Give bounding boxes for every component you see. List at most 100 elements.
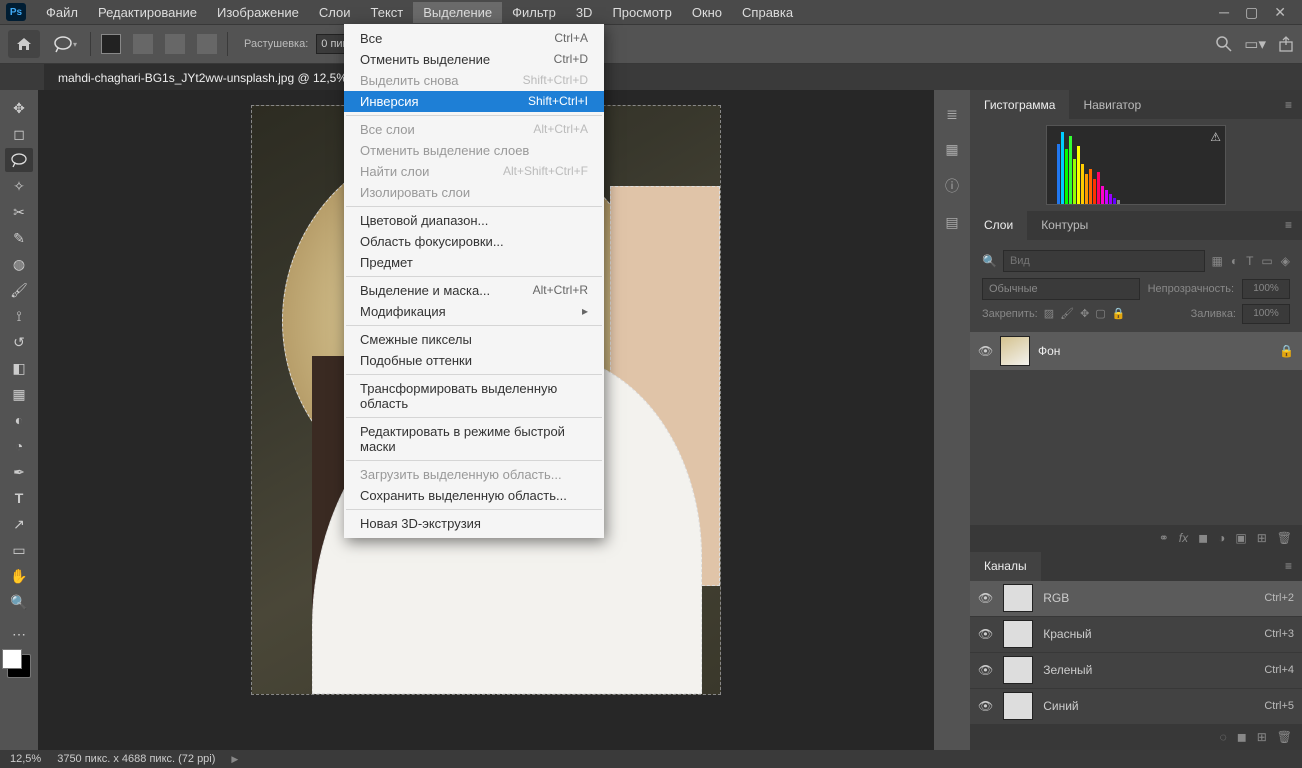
document-dimensions[interactable]: 3750 пикс. x 4688 пикс. (72 ppi) [57, 753, 215, 765]
share-icon[interactable] [1278, 36, 1294, 52]
eyedropper-tool[interactable]: ✎ [5, 226, 33, 250]
panel-icon-4[interactable]: ▤ [945, 214, 958, 231]
menu-фильтр[interactable]: Фильтр [502, 2, 566, 23]
channel-to-selection-icon[interactable]: ◌ [1220, 730, 1227, 744]
selection-new-icon[interactable] [101, 34, 121, 54]
menu-item[interactable]: Предмет [344, 252, 604, 273]
history-brush-tool[interactable]: ↺ [5, 330, 33, 354]
fill-input[interactable] [1242, 304, 1290, 324]
menu-item[interactable]: Сохранить выделенную область... [344, 485, 604, 506]
home-button[interactable] [8, 30, 40, 58]
menu-item[interactable]: Область фокусировки... [344, 231, 604, 252]
tab-layers[interactable]: Слои [970, 211, 1027, 240]
panel-menu-icon[interactable]: ≡ [1275, 559, 1302, 573]
selection-subtract-icon[interactable] [165, 34, 185, 54]
magic-wand-tool[interactable]: ✧ [5, 174, 33, 198]
menu-файл[interactable]: Файл [36, 2, 88, 23]
shape-tool[interactable]: ▭ [5, 538, 33, 562]
lock-position-icon[interactable]: ✥ [1080, 307, 1089, 320]
filter-adjust-icon[interactable]: ◐ [1231, 254, 1238, 268]
active-tool-icon[interactable]: ▾ [48, 30, 82, 58]
menu-item[interactable]: ИнверсияShift+Ctrl+I [344, 91, 604, 112]
layer-visibility-icon[interactable]: 👁 [978, 344, 992, 358]
delete-layer-icon[interactable]: 🗑 [1277, 531, 1292, 545]
panel-menu-icon[interactable]: ≡ [1275, 98, 1302, 112]
restore-icon[interactable]: ▢ [1245, 4, 1258, 21]
search-icon[interactable] [1216, 36, 1232, 52]
layer-filter-search-icon[interactable]: 🔍 [982, 254, 997, 268]
layer-name[interactable]: Фон [1038, 344, 1060, 358]
channel-visibility-icon[interactable]: 👁 [978, 699, 993, 713]
menu-выделение[interactable]: Выделение [413, 2, 502, 23]
menu-item[interactable]: Трансформировать выделенную область [344, 378, 604, 414]
channel-row[interactable]: 👁СинийCtrl+5 [970, 689, 1302, 725]
menu-просмотр[interactable]: Просмотр [602, 2, 681, 23]
menu-изображение[interactable]: Изображение [207, 2, 309, 23]
tab-paths[interactable]: Контуры [1027, 211, 1102, 240]
layer-mask-icon[interactable]: ◼ [1198, 531, 1208, 545]
channel-visibility-icon[interactable]: 👁 [978, 663, 993, 677]
crop-tool[interactable]: ✂ [5, 200, 33, 224]
channel-row[interactable]: 👁КрасныйCtrl+3 [970, 617, 1302, 653]
blur-tool[interactable]: ◐ [5, 408, 33, 432]
document-tab[interactable]: mahdi-chaghari-BG1s_JYt2ww-unsplash.jpg … [44, 64, 387, 90]
channel-visibility-icon[interactable]: 👁 [978, 591, 993, 605]
menu-item[interactable]: Редактировать в режиме быстрой маски [344, 421, 604, 457]
lock-transparency-icon[interactable]: ▨ [1044, 307, 1054, 320]
menu-текст[interactable]: Текст [361, 2, 414, 23]
lock-artboard-icon[interactable]: ▢ [1095, 307, 1105, 320]
layer-lock-icon[interactable]: 🔒 [1279, 344, 1294, 358]
panel-menu-icon[interactable]: ≡ [1275, 218, 1302, 232]
selection-intersect-icon[interactable] [197, 34, 217, 54]
filter-pixel-icon[interactable]: ▦ [1211, 254, 1222, 268]
eraser-tool[interactable]: ◧ [5, 356, 33, 380]
blend-mode-select[interactable]: Обычные [982, 278, 1140, 300]
panel-icon-1[interactable]: ≣ [946, 106, 958, 123]
tab-channels[interactable]: Каналы [970, 552, 1041, 581]
delete-channel-icon[interactable]: 🗑 [1277, 730, 1292, 744]
layer-row[interactable]: 👁 Фон 🔒 [970, 332, 1302, 370]
layer-filter-input[interactable] [1003, 250, 1206, 272]
menu-редактирование[interactable]: Редактирование [88, 2, 207, 23]
channel-visibility-icon[interactable]: 👁 [978, 627, 993, 641]
layer-thumbnail[interactable] [1000, 336, 1030, 366]
menu-item[interactable]: Смежные пикселы [344, 329, 604, 350]
selection-add-icon[interactable] [133, 34, 153, 54]
layer-fx-icon[interactable]: fx [1179, 531, 1188, 545]
panel-icon-2[interactable]: ▦ [945, 141, 958, 158]
histogram-display[interactable]: ⚠ [1046, 125, 1226, 205]
zoom-tool[interactable]: 🔍 [5, 590, 33, 614]
menu-item[interactable]: Выделение и маска...Alt+Ctrl+R [344, 280, 604, 301]
menu-справка[interactable]: Справка [732, 2, 803, 23]
zoom-level[interactable]: 12,5% [10, 753, 41, 765]
type-tool[interactable]: T [5, 486, 33, 510]
healing-tool[interactable]: ◍ [5, 252, 33, 276]
stamp-tool[interactable]: ⟟ [5, 304, 33, 328]
lock-paint-icon[interactable]: 🖌 [1060, 307, 1074, 320]
menu-item[interactable]: Отменить выделениеCtrl+D [344, 49, 604, 70]
lasso-tool[interactable] [5, 148, 33, 172]
hand-tool[interactable]: ✋ [5, 564, 33, 588]
menu-item[interactable]: Модификация▸ [344, 301, 604, 322]
marquee-tool[interactable]: ◻ [5, 122, 33, 146]
tab-navigator[interactable]: Навигатор [1069, 90, 1155, 119]
new-layer-icon[interactable]: ⊞ [1257, 531, 1267, 545]
panel-icon-3[interactable]: ⓘ [945, 176, 959, 196]
link-layers-icon[interactable]: ⚭ [1159, 531, 1169, 545]
opacity-input[interactable] [1242, 279, 1290, 299]
adjustment-layer-icon[interactable]: ◑ [1218, 531, 1225, 545]
filter-type-icon[interactable]: T [1246, 254, 1253, 268]
dodge-tool[interactable]: ◔ [5, 434, 33, 458]
histogram-warning-icon[interactable]: ⚠ [1210, 130, 1221, 144]
menu-слои[interactable]: Слои [309, 2, 361, 23]
gradient-tool[interactable]: ▦ [5, 382, 33, 406]
menu-item[interactable]: Цветовой диапазон... [344, 210, 604, 231]
filter-shape-icon[interactable]: ▭ [1261, 254, 1272, 268]
pen-tool[interactable]: ✒ [5, 460, 33, 484]
layer-group-icon[interactable]: ▣ [1235, 531, 1246, 545]
menu-item[interactable]: Новая 3D-экструзия [344, 513, 604, 534]
tab-histogram[interactable]: Гистограмма [970, 90, 1069, 119]
path-tool[interactable]: ↗ [5, 512, 33, 536]
color-swatches[interactable] [7, 654, 31, 678]
new-channel-icon[interactable]: ⊞ [1257, 730, 1267, 744]
